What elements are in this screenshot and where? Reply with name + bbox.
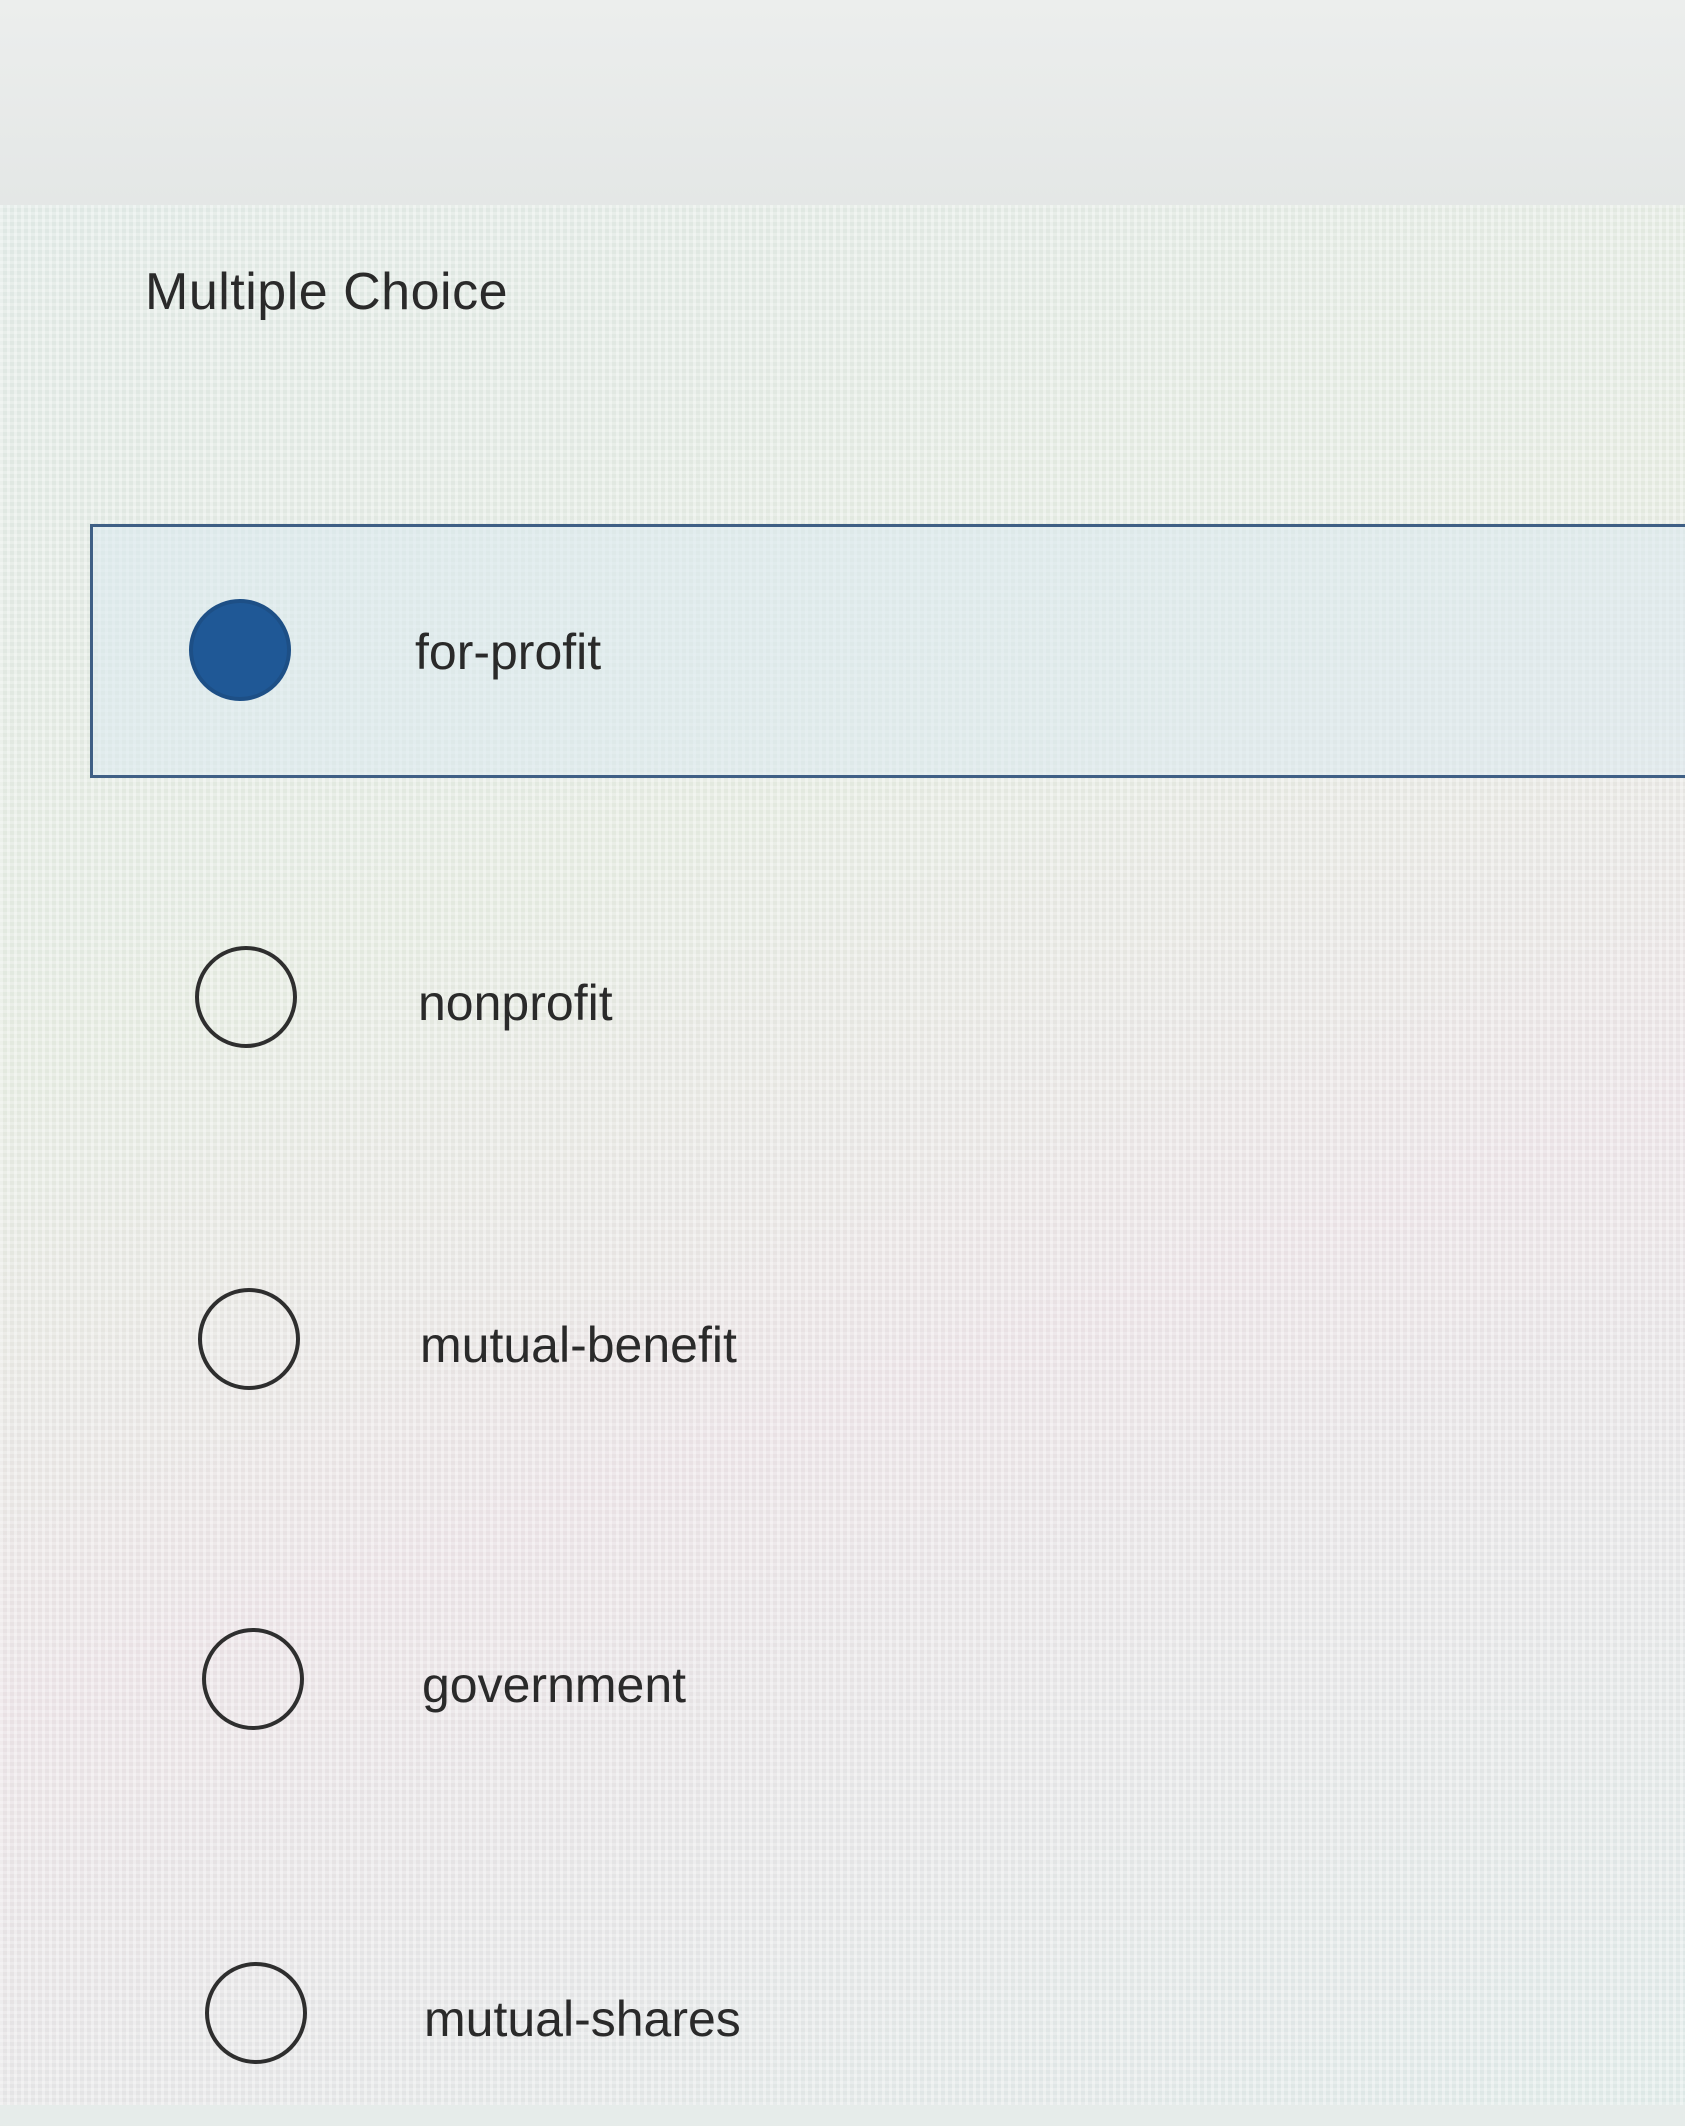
option-nonprofit[interactable]: nonprofit	[0, 890, 1685, 1110]
radio-selected-icon[interactable]	[189, 599, 291, 701]
question-panel	[0, 205, 1685, 2105]
option-government[interactable]: government	[0, 1572, 1685, 1792]
option-label: mutual-benefit	[420, 1317, 737, 1373]
radio-unselected-icon[interactable]	[195, 946, 297, 1048]
option-label: for-profit	[415, 624, 602, 680]
radio-unselected-icon[interactable]	[198, 1288, 300, 1390]
page-top-band	[0, 0, 1685, 205]
option-label: government	[422, 1657, 687, 1713]
option-mutual-shares[interactable]: mutual-shares	[0, 1906, 1685, 2126]
radio-unselected-icon[interactable]	[205, 1962, 307, 2064]
option-mutual-benefit[interactable]: mutual-benefit	[0, 1232, 1685, 1452]
option-for-profit[interactable]: for-profit	[90, 524, 1685, 778]
option-label: nonprofit	[418, 975, 613, 1031]
question-type-heading: Multiple Choice	[145, 263, 508, 321]
option-label: mutual-shares	[424, 1991, 741, 2047]
radio-unselected-icon[interactable]	[202, 1628, 304, 1730]
